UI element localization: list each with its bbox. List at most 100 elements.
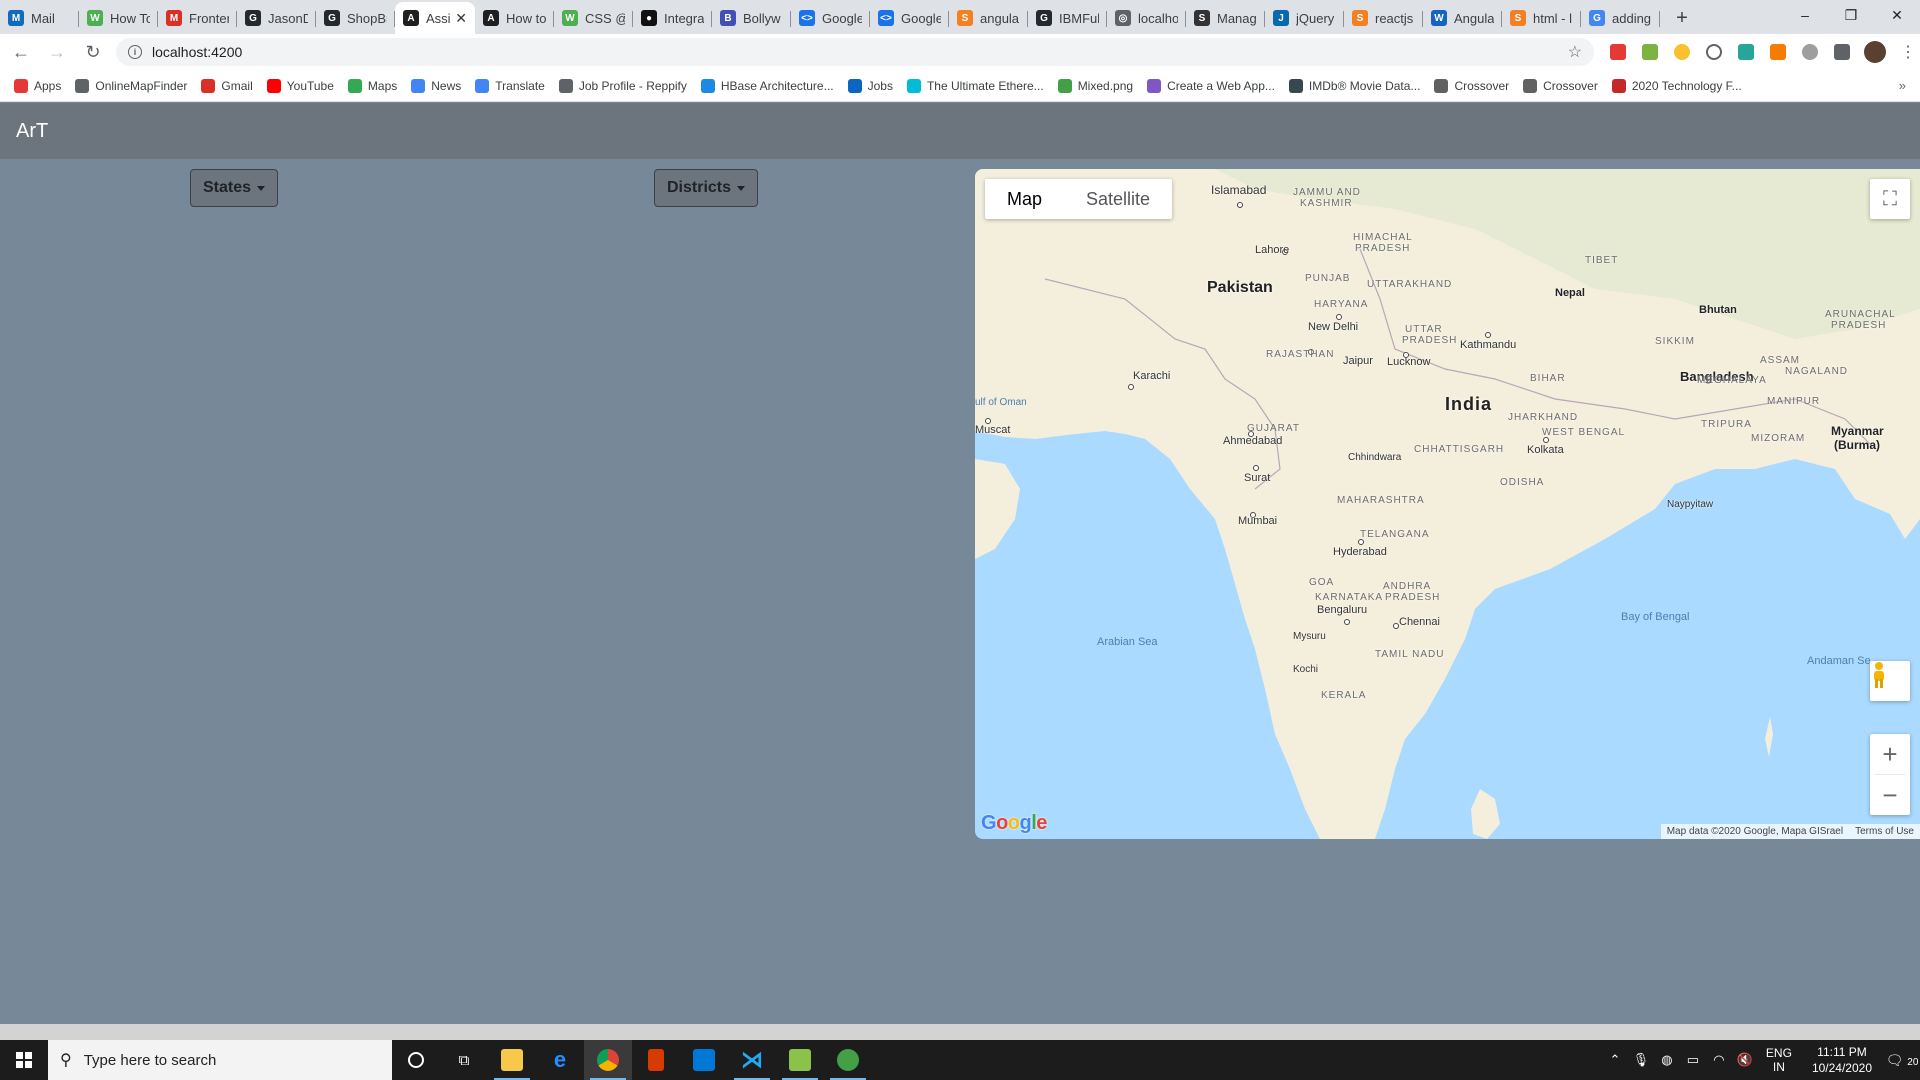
microphone-icon[interactable]: 🎙 xyxy=(1628,1052,1654,1068)
office-app[interactable] xyxy=(632,1040,680,1080)
notepad-app[interactable] xyxy=(776,1040,824,1080)
browser-tab[interactable]: W CSS @r xyxy=(554,2,633,34)
maximize-button[interactable]: ❐ xyxy=(1828,0,1874,30)
bookmark-item[interactable]: The Ultimate Ethere... xyxy=(906,78,1044,93)
browser-tab[interactable]: G ShopBr xyxy=(316,2,395,34)
bookmark-item[interactable]: OnlineMapFinder xyxy=(75,78,187,93)
bookmark-item[interactable]: Crossover xyxy=(1523,78,1598,93)
browser-tab[interactable]: S Manag xyxy=(1186,2,1265,34)
bookmark-item[interactable]: Jobs xyxy=(847,78,893,93)
bookmark-item[interactable]: YouTube xyxy=(266,78,334,93)
back-button[interactable]: ← xyxy=(6,37,36,67)
browser-tab[interactable]: Shtml - l xyxy=(1502,2,1581,34)
browser-tab[interactable]: <> Google xyxy=(870,2,949,34)
app-brand[interactable]: ArT xyxy=(16,120,48,143)
districts-dropdown[interactable]: Districts xyxy=(654,169,759,207)
street-view-pegman[interactable] xyxy=(1870,661,1910,701)
browser-tab[interactable]: Gadding xyxy=(1581,2,1660,34)
network-globe-icon[interactable]: ◍ xyxy=(1654,1052,1680,1068)
extension-circle-icon[interactable] xyxy=(1706,44,1722,60)
extension-book-icon[interactable] xyxy=(1738,44,1754,60)
minimize-button[interactable]: – xyxy=(1782,0,1828,30)
volume-muted-icon[interactable]: 🔇 xyxy=(1732,1052,1758,1068)
chevron-up-icon[interactable]: ⌃ xyxy=(1602,1052,1628,1068)
map-label-naypyitaw: Naypyitaw xyxy=(1667,499,1714,510)
fullscreen-button[interactable]: ⛶ xyxy=(1870,179,1910,219)
bookmark-star-icon[interactable]: ☆ xyxy=(1568,42,1582,62)
bookmark-item[interactable]: IMDb® Movie Data... xyxy=(1288,78,1420,93)
reload-button[interactable]: ↻ xyxy=(78,37,108,67)
bookmark-item[interactable]: 2020 Technology F... xyxy=(1611,78,1742,93)
bookmark-item[interactable]: Mixed.png xyxy=(1057,78,1133,93)
extension-wave-icon[interactable] xyxy=(1642,44,1658,60)
browser-tab[interactable]: Sangula xyxy=(949,2,1028,34)
browser-tab[interactable]: Sreactjs xyxy=(1344,2,1423,34)
bookmark-item[interactable]: Job Profile - Reppify xyxy=(558,78,687,93)
bookmark-item[interactable]: Translate xyxy=(475,78,545,93)
globe-app[interactable] xyxy=(824,1040,872,1080)
notification-center-button[interactable]: 🗨 20 xyxy=(1884,1052,1920,1069)
browser-tab[interactable]: M Fronter xyxy=(158,2,237,34)
new-tab-button[interactable]: + xyxy=(1666,2,1698,34)
bookmark-item[interactable]: Gmail xyxy=(201,78,253,93)
bookmark-item[interactable]: Maps xyxy=(347,78,397,93)
taskbar-clock[interactable]: 11:11 PM 10/24/2020 xyxy=(1812,1044,1872,1076)
terms-of-use-link[interactable]: Terms of Use xyxy=(1855,826,1914,837)
cortana-button[interactable] xyxy=(392,1040,440,1080)
vscode-app[interactable]: ⋊ xyxy=(728,1040,776,1080)
language-indicator[interactable]: ENG IN xyxy=(1766,1046,1792,1074)
address-bar[interactable]: i localhost:4200 ☆ xyxy=(116,38,1594,66)
start-button[interactable] xyxy=(0,1040,48,1080)
bookmark-item[interactable]: HBase Architecture... xyxy=(700,78,834,93)
chrome-app[interactable] xyxy=(584,1040,632,1080)
browser-tab[interactable]: ● Integra xyxy=(633,2,712,34)
bookmark-item[interactable]: Create a Web App... xyxy=(1147,78,1275,93)
districts-dropdown-label: Districts xyxy=(667,179,732,196)
store-app[interactable] xyxy=(680,1040,728,1080)
browser-tab[interactable]: M Mail xyxy=(0,2,79,34)
extension-pdf-icon[interactable] xyxy=(1610,44,1626,60)
file-explorer-app[interactable] xyxy=(488,1040,536,1080)
browser-tab[interactable]: B Bollyw xyxy=(712,2,791,34)
forward-button[interactable]: → xyxy=(42,37,72,67)
taskbar-search-box[interactable]: ⚲ Type here to search xyxy=(48,1040,392,1080)
browser-tab[interactable]: ◎ localho xyxy=(1107,2,1186,34)
browser-tab[interactable]: G JasonD xyxy=(237,2,316,34)
close-tab-icon[interactable]: ✕ xyxy=(455,10,467,27)
zoom-in-button[interactable]: + xyxy=(1870,734,1910,774)
close-window-button[interactable]: ✕ xyxy=(1874,0,1920,30)
battery-icon[interactable]: ▭ xyxy=(1680,1052,1706,1068)
zoom-out-button[interactable]: − xyxy=(1870,775,1910,815)
profile-avatar[interactable] xyxy=(1864,41,1886,63)
browser-tab[interactable]: A How to xyxy=(475,2,554,34)
bookmark-item[interactable]: Apps xyxy=(14,78,61,93)
browser-tab[interactable]: <> Google xyxy=(791,2,870,34)
horizontal-scrollbar[interactable] xyxy=(0,1024,1920,1040)
info-icon[interactable]: i xyxy=(128,45,142,59)
google-map[interactable]: Pakistan India Nepal Bhutan Bangladesh M… xyxy=(975,169,1920,839)
states-dropdown[interactable]: States xyxy=(190,169,279,207)
browser-tab[interactable]: W Angula xyxy=(1423,2,1502,34)
browser-menu-icon[interactable]: ⋮ xyxy=(1900,42,1916,62)
map-label-assam: ASSAM xyxy=(1760,355,1801,366)
wifi-icon[interactable]: ◠ xyxy=(1706,1052,1732,1068)
browser-tab[interactable]: W How To xyxy=(79,2,158,34)
bookmarks-overflow-button[interactable]: » xyxy=(1899,78,1906,93)
bookmark-item[interactable]: News xyxy=(411,78,461,93)
map-type-satellite-button[interactable]: Satellite xyxy=(1064,179,1172,219)
browser-tab[interactable]: A Assi ✕ xyxy=(395,2,475,34)
bookmark-item[interactable]: Crossover xyxy=(1434,78,1509,93)
tab-title: Angula xyxy=(1454,10,1494,26)
browser-tab[interactable]: G IBMFul xyxy=(1028,2,1107,34)
task-view-button[interactable]: ⧉ xyxy=(440,1040,488,1080)
extension-moon-icon[interactable] xyxy=(1674,44,1690,60)
extension-gray-icon[interactable] xyxy=(1802,44,1818,60)
tab-favicon-icon: G xyxy=(324,10,340,26)
browser-tab[interactable]: JjQuery xyxy=(1265,2,1344,34)
metamask-icon[interactable] xyxy=(1770,44,1786,60)
edge-app[interactable]: e xyxy=(536,1040,584,1080)
extensions-puzzle-icon[interactable] xyxy=(1834,44,1850,60)
map-type-map-button[interactable]: Map xyxy=(985,179,1064,219)
tab-title: IBMFul xyxy=(1059,10,1099,26)
tab-title: angula xyxy=(980,10,1020,26)
